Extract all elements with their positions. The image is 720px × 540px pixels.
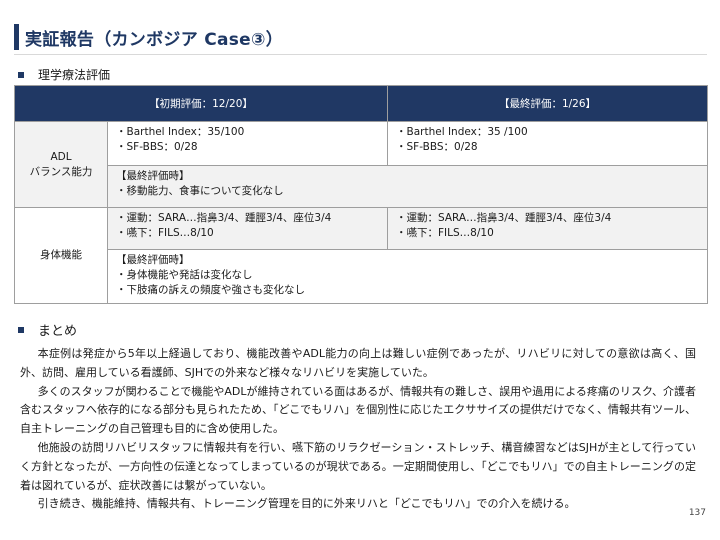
section-label: 理学療法評価 <box>38 68 111 82</box>
cell-line: ・嚥下：FILS…8/10 <box>396 227 494 239</box>
row-label-physical: 身体機能 <box>14 207 108 304</box>
cell-line: ・SF-BBS：0/28 <box>116 141 198 153</box>
cell-note-adl: 【最終評価時】 ・移動能力、食事について変化なし <box>106 165 709 208</box>
title-accent-bar <box>14 24 19 50</box>
row-label-line: 身体機能 <box>40 249 82 261</box>
row-label-line: ADL <box>50 150 72 163</box>
title-divider <box>14 54 707 55</box>
page-number: 137 <box>688 508 706 518</box>
cell-line: ・身体機能や発話は変化なし <box>116 269 253 281</box>
cell-line: ・嚥下：FILS…8/10 <box>116 227 214 239</box>
cell-initial-adl: ・Barthel Index：35/100 ・SF-BBS：0/28 <box>106 121 389 166</box>
page-title: 実証報告（カンボジア Case③） <box>25 30 284 50</box>
cell-line: ・Barthel Index：35 /100 <box>396 126 528 138</box>
cell-line: ・移動能力、食事について変化なし <box>116 185 284 197</box>
summary-text: 本症例は発症から5年以上経過しており、機能改善やADL能力の向上は難しい症例であ… <box>20 345 696 514</box>
cell-line: ・SF-BBS：0/28 <box>396 141 478 153</box>
summary-paragraph: 多くのスタッフが関わることで機能やADLが維持されている面はあるが、情報共有の難… <box>20 384 696 436</box>
summary-paragraph: 引き続き、機能維持、情報共有、トレーニング管理を目的に外来リハと「どこでもリハ」… <box>37 497 576 511</box>
square-bullet-icon <box>18 71 24 78</box>
cell-line: ・運動：SARA…指鼻3/4、踵脛3/4、座位3/4 <box>116 212 332 224</box>
section-heading-summary: まとめ <box>14 320 77 339</box>
table-row: 【最終評価時】 ・移動能力、食事について変化なし <box>15 165 709 208</box>
header-final-evaluation: 【最終評価：1/26】 <box>387 85 709 122</box>
row-label-adl: ADL バランス能力 <box>14 121 108 208</box>
table-row: ADL バランス能力 ・Barthel Index：35/100 ・SF-BBS… <box>14 121 709 208</box>
table-row: 身体機能 ・運動：SARA…指鼻3/4、踵脛3/4、座位3/4 ・嚥下：FILS… <box>14 207 709 304</box>
cell-line: ・運動：SARA…指鼻3/4、踵脛3/4、座位3/4 <box>396 212 612 224</box>
header-initial-evaluation: 【初期評価：12/20】 <box>13 85 389 122</box>
cell-line: 【最終評価時】 <box>116 170 190 182</box>
square-bullet-icon <box>18 326 24 333</box>
cell-initial-physical: ・運動：SARA…指鼻3/4、踵脛3/4、座位3/4 ・嚥下：FILS…8/10 <box>106 207 389 250</box>
table-header-row: 【初期評価：12/20】 【最終評価：1/26】 <box>13 85 709 122</box>
cell-note-physical: 【最終評価時】 ・身体機能や発話は変化なし ・下肢痛の訴えの頻度や強さも変化なし <box>106 249 709 304</box>
cell-line: ・下肢痛の訴えの頻度や強さも変化なし <box>116 284 305 296</box>
row-label-line: バランス能力 <box>29 165 93 178</box>
cell-final-adl: ・Barthel Index：35 /100 ・SF-BBS：0/28 <box>387 121 709 166</box>
evaluation-table: 【初期評価：12/20】 【最終評価：1/26】 ADL バランス能力 ・Bar… <box>13 85 709 304</box>
summary-paragraph: 本症例は発症から5年以上経過しており、機能改善やADL能力の向上は難しい症例であ… <box>20 347 696 379</box>
section-label: まとめ <box>38 324 78 339</box>
summary-paragraph: 他施設の訪問リハビリスタッフに情報共有を行い、嚥下筋のリラクゼーション・ストレッ… <box>20 440 696 492</box>
table-row: 【最終評価時】 ・身体機能や発話は変化なし ・下肢痛の訴えの頻度や強さも変化なし <box>15 249 709 304</box>
section-heading-evaluation: 理学療法評価 <box>14 66 110 83</box>
cell-line: 【最終評価時】 <box>116 254 190 266</box>
cell-final-physical: ・運動：SARA…指鼻3/4、踵脛3/4、座位3/4 ・嚥下：FILS…8/10 <box>387 207 709 250</box>
cell-line: ・Barthel Index：35/100 <box>116 126 245 138</box>
